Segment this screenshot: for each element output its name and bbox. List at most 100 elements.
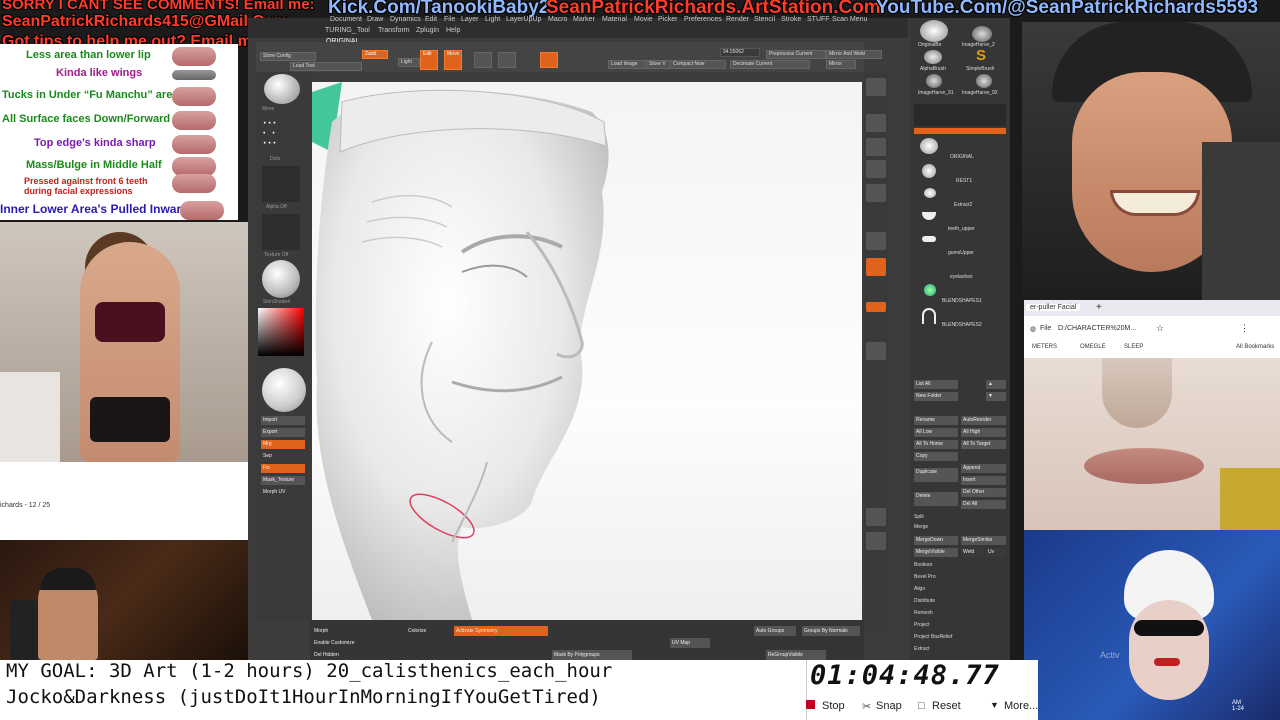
menu-help[interactable]: Help xyxy=(446,27,460,34)
bookmark-omegle[interactable]: OMEGLE xyxy=(1080,344,1106,350)
weld-button[interactable]: Weld xyxy=(961,548,983,557)
scale-view-button[interactable] xyxy=(866,508,886,526)
rotate-button[interactable] xyxy=(498,52,516,68)
morph-button[interactable]: Morph xyxy=(312,626,352,636)
all-low-button[interactable]: All Low xyxy=(914,428,958,437)
subtool-thumb-icon[interactable] xyxy=(922,164,936,178)
move-button[interactable]: Move xyxy=(444,50,462,70)
subtool-visibility-bar[interactable] xyxy=(914,128,1006,134)
tool-thumb-icon[interactable] xyxy=(976,74,992,88)
rename-button[interactable]: Rename xyxy=(914,416,958,425)
alpha-brush-icon[interactable] xyxy=(924,50,942,64)
import-button[interactable]: Import xyxy=(261,416,305,425)
uv-button[interactable]: Uv xyxy=(986,548,1006,557)
menu-stencil[interactable]: Stencil xyxy=(754,16,775,23)
copy-button[interactable]: Copy xyxy=(914,452,958,461)
arrow-up-icon[interactable]: ▲ xyxy=(986,380,1006,389)
menu-turing[interactable]: TURING_ xyxy=(325,27,356,34)
remesh-section[interactable]: Remesh xyxy=(914,610,1006,616)
extract-section[interactable]: Extract xyxy=(914,646,1006,652)
menu-macro[interactable]: Macro xyxy=(548,16,567,23)
auto-groups-button[interactable]: Auto Groups xyxy=(754,626,796,636)
align-section[interactable]: Align xyxy=(914,586,1006,592)
export-button[interactable]: Export xyxy=(261,428,305,437)
aahalf-button[interactable] xyxy=(866,184,886,202)
menu-marker[interactable]: Marker xyxy=(573,16,595,23)
menu-light[interactable]: Light xyxy=(485,16,500,23)
menu-dynamics[interactable]: Dynamics xyxy=(390,16,421,23)
snap-icon[interactable]: ✂ xyxy=(862,700,871,713)
stop-button[interactable]: Stop xyxy=(822,700,845,712)
distribute-section[interactable]: Distribute xyxy=(914,598,1006,604)
zadd-button[interactable]: Zadd xyxy=(362,50,388,59)
insert-button[interactable]: Insert xyxy=(961,476,1006,485)
mask-by-polygroups-button[interactable]: Mask By Polygroups xyxy=(552,650,632,660)
arrow-down-icon[interactable]: ▼ xyxy=(986,392,1006,401)
colorize-button[interactable]: Colorize xyxy=(406,626,450,636)
bookmark-meters[interactable]: METERS xyxy=(1032,344,1057,350)
bevel-pro-section[interactable]: Bevel Pro xyxy=(914,574,1006,580)
menu-preferences[interactable]: Preferences xyxy=(684,16,722,23)
matcap-sphere-icon[interactable] xyxy=(262,368,306,412)
stop-icon[interactable] xyxy=(806,700,815,709)
menu-zplugin[interactable]: Zplugin xyxy=(416,27,439,34)
subtool-thumb-icon[interactable] xyxy=(920,138,938,154)
load-tool-button[interactable]: Load Tool xyxy=(290,62,362,71)
local-button[interactable] xyxy=(866,258,886,276)
store-config-button[interactable]: Store Config xyxy=(260,52,316,61)
more-button[interactable]: More... xyxy=(1004,700,1038,712)
spix-button[interactable] xyxy=(866,114,886,132)
load-image-button[interactable]: Load Image xyxy=(608,60,648,69)
del-hidden-button[interactable]: Del Hidden xyxy=(312,650,352,660)
menu-stuff[interactable]: STUFF xyxy=(807,16,830,23)
mirror-and-weld-button[interactable]: Mirror And Weld xyxy=(826,50,882,59)
subtool-blendshapes2[interactable]: BLENDSHAPES2 xyxy=(942,322,1034,328)
texture-slot[interactable] xyxy=(262,214,300,250)
groups-by-normals-button[interactable]: Groups By Normals xyxy=(802,626,860,636)
menu-tool[interactable]: Tool xyxy=(357,27,370,34)
all-high-button[interactable]: All High xyxy=(961,428,1006,437)
project-section[interactable]: Project xyxy=(914,622,1006,628)
activate-symmetry-button[interactable]: Activate Symmetry xyxy=(454,626,548,636)
new-tab-icon[interactable]: + xyxy=(1096,302,1102,313)
mrg-button[interactable]: Mrg xyxy=(261,440,305,449)
menu-edit[interactable]: Edit xyxy=(425,16,437,23)
merge-section[interactable]: Merge xyxy=(914,524,1006,530)
subtool-blendshapes1[interactable]: BLENDSHAPES1 xyxy=(942,298,1034,304)
menu-draw[interactable]: Draw xyxy=(367,16,383,23)
address-bar[interactable]: D:/CHARACTER%20M... xyxy=(1058,325,1136,332)
bookmark-sleep[interactable]: SLEEP xyxy=(1124,344,1143,350)
menu-layerupup[interactable]: LayerUpUp xyxy=(506,16,541,23)
new-folder-button[interactable]: New Folder xyxy=(914,392,958,401)
subtool-thumb-icon[interactable] xyxy=(922,236,936,242)
menu-file[interactable]: File xyxy=(444,16,455,23)
subtool-slider[interactable] xyxy=(914,104,1006,126)
bpr-button[interactable] xyxy=(866,78,886,96)
compact-now-button[interactable]: Compact Now xyxy=(670,60,726,69)
sep-button[interactable]: Sep xyxy=(261,452,305,461)
tool-thumb-icon[interactable] xyxy=(926,74,942,88)
material-sphere-icon[interactable] xyxy=(262,260,300,298)
duplicate-button[interactable]: Duplicate xyxy=(914,468,958,482)
menu-scan[interactable]: Scan Menu xyxy=(832,16,867,23)
project-basrelief-section[interactable]: Project BasRelief xyxy=(914,634,1006,640)
frame-button[interactable] xyxy=(866,342,886,360)
draw-mode-button[interactable] xyxy=(540,52,558,68)
gxyz-button[interactable] xyxy=(866,302,886,312)
menu-material[interactable]: Material xyxy=(602,16,627,23)
merge-visible-button[interactable]: MergeVisible xyxy=(914,548,958,557)
all-bookmarks[interactable]: All Bookmarks xyxy=(1236,344,1274,350)
actual-button[interactable] xyxy=(866,160,886,178)
menu-transform[interactable]: Transform xyxy=(378,27,410,34)
fxr-button[interactable]: Fxr xyxy=(261,464,305,473)
rotate-view-button[interactable] xyxy=(866,532,886,550)
edit-button[interactable]: Edit xyxy=(420,50,438,70)
zoom-button[interactable] xyxy=(866,138,886,156)
uv-map-button[interactable]: UV Map xyxy=(670,638,710,648)
merge-similar-button[interactable]: MergeSimilar xyxy=(961,536,1006,545)
append-button[interactable]: Append xyxy=(961,464,1006,473)
decimate-current-button[interactable]: Decimate Current xyxy=(730,60,810,69)
del-other-button[interactable]: Del Other xyxy=(961,488,1006,497)
browser-tab[interactable]: er-puller Facial xyxy=(1026,304,1081,311)
alpha-slot[interactable] xyxy=(262,166,300,202)
